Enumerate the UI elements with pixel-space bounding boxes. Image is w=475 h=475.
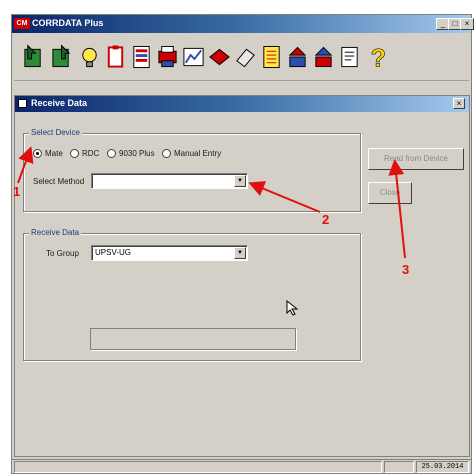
status-message-cell: [14, 461, 382, 473]
properties-icon[interactable]: [338, 43, 361, 71]
annotation-1: 1: [13, 184, 21, 199]
dialog-title: Receive Data: [31, 98, 88, 108]
chevron-down-icon[interactable]: ▼: [234, 247, 246, 259]
radio-mate[interactable]: [33, 149, 42, 158]
upload-icon[interactable]: [312, 43, 335, 71]
radio-9030-plus-label[interactable]: 9030 Plus: [119, 149, 155, 158]
book-icon[interactable]: [208, 43, 231, 71]
receive-data-label: Receive Data: [29, 228, 82, 237]
status-date: 25.03.2014: [416, 461, 469, 473]
lightbulb-icon[interactable]: [78, 43, 101, 71]
app-title: CORRDATA Plus: [32, 18, 104, 28]
eraser-icon[interactable]: [234, 43, 257, 71]
select-method-dropdown[interactable]: ▼: [91, 173, 248, 189]
close-button[interactable]: ×: [460, 18, 474, 30]
select-method-label: Select Method: [33, 177, 85, 186]
to-group-dropdown[interactable]: UPSV-UG ▼: [91, 245, 248, 261]
annotation-3: 3: [402, 262, 410, 277]
toolbar: ?: [14, 35, 469, 81]
to-group-label: To Group: [46, 249, 79, 258]
app-logo-icon: CM: [14, 18, 30, 29]
annotation-2: 2: [322, 212, 330, 227]
chart-icon[interactable]: [182, 43, 205, 71]
app-window: CM CORRDATA Plus _ □ × ? Receive Data × …: [11, 14, 474, 474]
radio-manual-entry-label[interactable]: Manual Entry: [174, 149, 221, 158]
radio-mate-label[interactable]: Mate: [45, 149, 63, 158]
notes-icon[interactable]: [260, 43, 283, 71]
clipboard-icon[interactable]: [104, 43, 127, 71]
progress-bar: [90, 328, 296, 350]
radio-rdc-label[interactable]: RDC: [82, 149, 99, 158]
read-from-device-button[interactable]: Read from Device: [368, 148, 464, 170]
app-titlebar: CM CORRDATA Plus _ □ ×: [12, 15, 474, 33]
to-group-value: UPSV-UG: [95, 248, 132, 257]
dialog-close-button[interactable]: ×: [453, 98, 465, 109]
export-icon[interactable]: [50, 43, 73, 71]
select-device-label: Select Device: [29, 128, 82, 137]
svg-text:?: ?: [371, 45, 386, 71]
radio-9030-plus[interactable]: [107, 149, 116, 158]
radio-rdc[interactable]: [70, 149, 79, 158]
radio-manual-entry[interactable]: [162, 149, 171, 158]
status-bar: 25.03.2014: [12, 459, 471, 473]
close-dialog-button[interactable]: Close: [368, 182, 412, 204]
dialog-icon: [18, 99, 27, 108]
import-icon[interactable]: [22, 43, 45, 71]
mouse-cursor-icon: [286, 300, 299, 316]
chevron-down-icon[interactable]: ▼: [234, 175, 246, 187]
printer-icon[interactable]: [156, 43, 179, 71]
help-icon[interactable]: ?: [366, 43, 389, 73]
dialog-titlebar: Receive Data ×: [15, 96, 469, 112]
status-spacer-cell: [384, 461, 414, 473]
download-icon[interactable]: [286, 43, 309, 71]
report-icon[interactable]: [130, 43, 153, 71]
